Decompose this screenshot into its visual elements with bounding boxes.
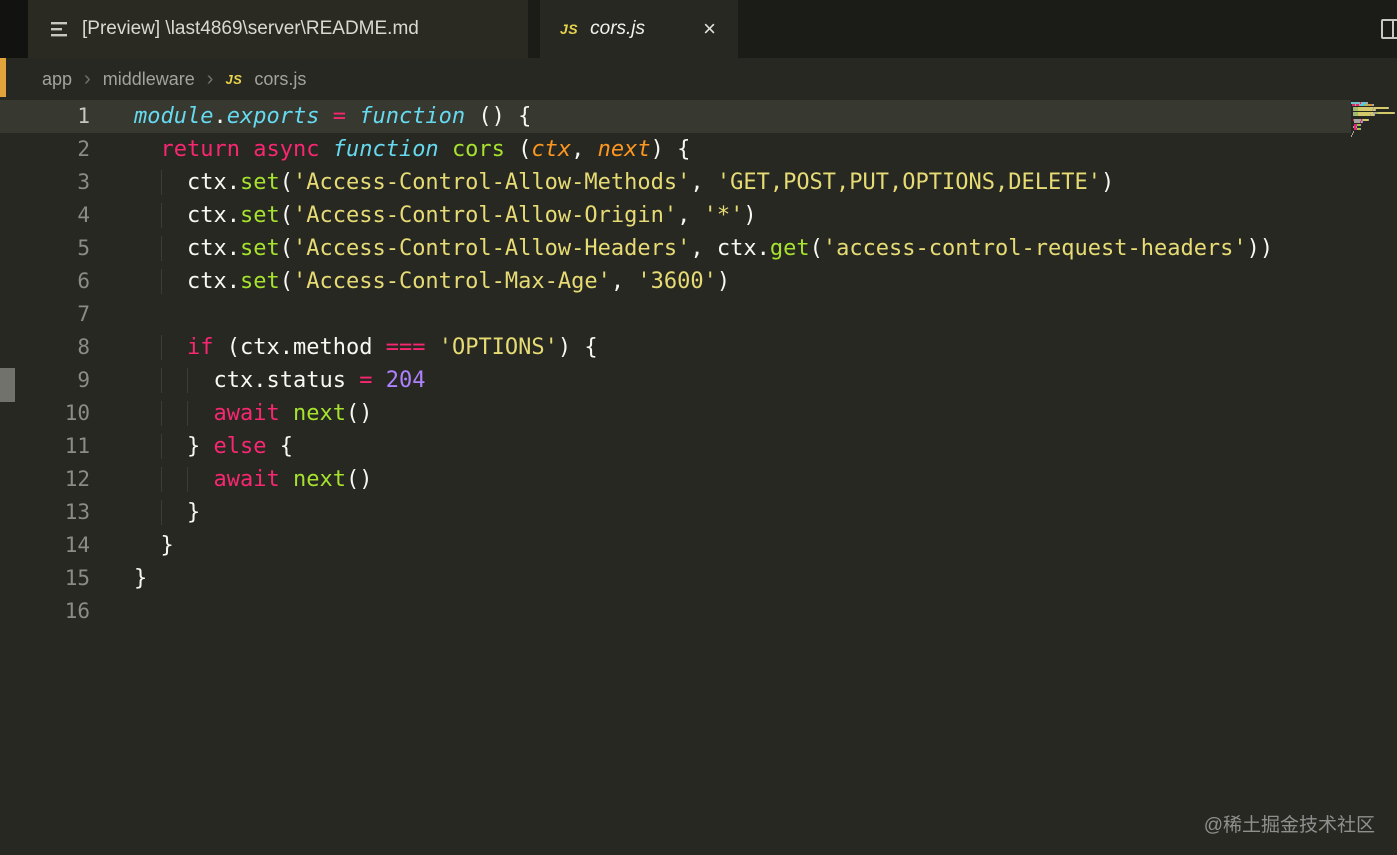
code-line[interactable]: 15} (0, 562, 1351, 595)
code-line[interactable]: 14 } (0, 529, 1351, 562)
line-number[interactable]: 4 (0, 199, 90, 232)
tab-readme-preview[interactable]: [Preview] \last4869\server\README.md (28, 0, 528, 58)
line-number[interactable]: 6 (0, 265, 90, 298)
code-text: await next() (90, 397, 1351, 430)
breadcrumb: app › middleware › JS cors.js (0, 58, 1397, 100)
code-text: } (160, 533, 174, 558)
code-line[interactable]: 6 ctx.set('Access-Control-Max-Age', '360… (0, 265, 1351, 298)
line-number[interactable]: 5 (0, 232, 90, 265)
left-edge-gray-marker (0, 368, 15, 402)
line-number[interactable]: 7 (0, 298, 90, 331)
breadcrumb-item-middleware[interactable]: middleware (103, 69, 195, 90)
code-text: ctx.set('Access-Control-Max-Age', '3600'… (90, 265, 1351, 298)
line-number[interactable]: 8 (0, 331, 90, 364)
code-text: ctx.status = 204 (90, 364, 1351, 397)
code-text: ctx.set('Access-Control-Allow-Headers', … (90, 232, 1351, 265)
js-icon: JS (560, 21, 579, 37)
code-line[interactable]: 10 await next() (0, 397, 1351, 430)
code-line[interactable]: 13 } (0, 496, 1351, 529)
line-number[interactable]: 15 (0, 562, 90, 595)
split-editor-icon[interactable] (1381, 19, 1397, 39)
line-number[interactable]: 13 (0, 496, 90, 529)
code-text: ctx.set('Access-Control-Allow-Methods', … (90, 166, 1351, 199)
code-line[interactable]: 12 await next() (0, 463, 1351, 496)
code-text: return async function cors (ctx, next) { (160, 137, 691, 162)
js-icon: JS (225, 71, 243, 87)
code-text: } else { (90, 430, 1351, 463)
tab-cors-js[interactable]: JS cors.js × (540, 0, 738, 58)
breadcrumb-item-file[interactable]: cors.js (254, 69, 306, 90)
code-text: } (90, 496, 1351, 529)
tab-bar: [Preview] \last4869\server\README.md JS … (0, 0, 1397, 58)
line-number[interactable]: 12 (0, 463, 90, 496)
code-text: ctx.set('Access-Control-Allow-Origin', '… (90, 199, 1351, 232)
code-line[interactable]: 9 ctx.status = 204 (0, 364, 1351, 397)
code-text: } (134, 566, 148, 591)
tab-label: cors.js (590, 18, 646, 39)
code-line[interactable]: 2 return async function cors (ctx, next)… (0, 133, 1351, 166)
code-line[interactable]: 1 module.exports = function () { (0, 100, 1351, 133)
line-number[interactable]: 1 (0, 100, 90, 133)
minimap-content (1351, 102, 1397, 140)
line-number[interactable]: 2 (0, 133, 90, 166)
preview-icon (48, 18, 70, 40)
code-line[interactable]: 3 ctx.set('Access-Control-Allow-Methods'… (0, 166, 1351, 199)
tab-label: [Preview] \last4869\server\README.md (82, 18, 419, 39)
watermark: @稀土掘金技术社区 (1203, 815, 1375, 836)
code-line[interactable]: 4 ctx.set('Access-Control-Allow-Origin',… (0, 199, 1351, 232)
chevron-right-icon: › (206, 68, 214, 90)
code-line[interactable]: 16 (0, 595, 1351, 628)
code-line[interactable]: 7 (0, 298, 1351, 331)
line-number[interactable]: 16 (0, 595, 90, 628)
code-line[interactable]: 8 if (ctx.method === 'OPTIONS') { (0, 331, 1351, 364)
left-edge-orange-marker (0, 58, 6, 97)
code-text: await next() (90, 463, 1351, 496)
close-icon[interactable]: × (701, 18, 718, 40)
code-line[interactable]: 11 } else { (0, 430, 1351, 463)
chevron-right-icon: › (84, 68, 91, 90)
code-text: module.exports = function () { (134, 104, 532, 129)
tab-bar-left-strip (0, 0, 28, 58)
line-number[interactable]: 14 (0, 529, 90, 562)
line-number[interactable]: 11 (0, 430, 90, 463)
breadcrumb-item-app[interactable]: app (42, 69, 72, 90)
editor: 1 module.exports = function () { 2 return … (0, 100, 1397, 855)
code-line[interactable]: 5 ctx.set('Access-Control-Allow-Headers'… (0, 232, 1351, 265)
minimap[interactable] (1351, 100, 1397, 855)
line-number[interactable]: 3 (0, 166, 90, 199)
code-text: if (ctx.method === 'OPTIONS') { (90, 331, 1351, 364)
code-lines[interactable]: 1 module.exports = function () { 2 return … (0, 100, 1351, 855)
